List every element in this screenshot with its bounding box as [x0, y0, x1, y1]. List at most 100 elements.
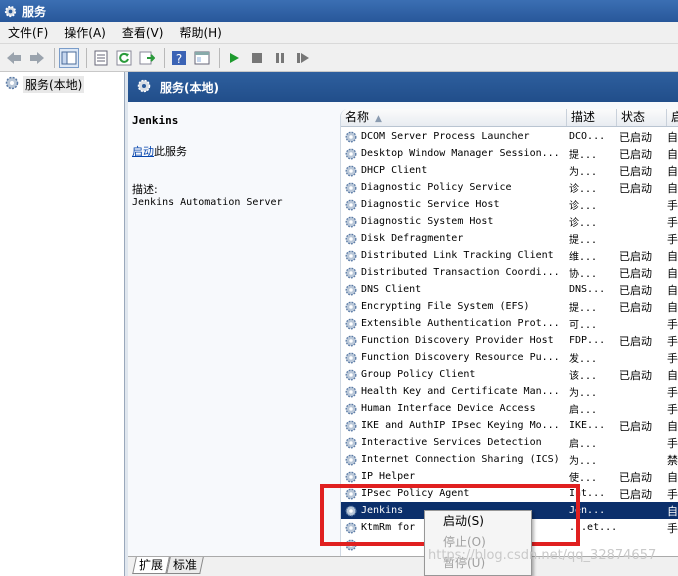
service-startup-cell: 手: [667, 402, 678, 416]
help-icon[interactable]: ?: [169, 48, 189, 68]
table-row[interactable]: Diagnostic System Host 诊... 手: [341, 213, 678, 230]
service-gear-icon: [344, 215, 358, 229]
show-tree-icon[interactable]: [59, 47, 79, 68]
service-gear-icon: [344, 436, 358, 450]
service-name-cell: Diagnostic Policy Service: [361, 182, 512, 193]
table-row[interactable]: Encrypting File System (EFS) 提... 已启动 自: [341, 298, 678, 315]
table-row[interactable]: Diagnostic Policy Service 诊... 已启动 自: [341, 179, 678, 196]
watermark: https://blog.csdn.net/qq_32874657: [428, 548, 657, 563]
table-row[interactable]: IKE and AuthIP IPsec Keying Mo... IKE... 已…: [341, 417, 678, 434]
properties-icon[interactable]: [91, 48, 111, 68]
stop-icon[interactable]: [247, 48, 267, 68]
service-status-cell: 已启动: [619, 419, 652, 433]
table-row[interactable]: Human Interface Device Access 启... 手: [341, 400, 678, 417]
tab-extended[interactable]: 扩展: [132, 557, 170, 574]
svg-text:?: ?: [176, 52, 182, 66]
service-gear-icon: [344, 351, 358, 365]
table-row[interactable]: Disk Defragmenter 提... 手: [341, 230, 678, 247]
service-gear-icon: [344, 300, 358, 314]
table-row[interactable]: Function Discovery Resource Pu... 发... 手: [341, 349, 678, 366]
start-service-link[interactable]: 启动: [132, 145, 154, 158]
service-description-cell: 发...: [569, 354, 598, 365]
service-name-cell: Interactive Services Detection: [361, 437, 542, 448]
column-description[interactable]: 描述: [567, 109, 617, 126]
service-name-cell: IP Helper: [361, 471, 416, 482]
column-status[interactable]: 状态: [617, 109, 667, 126]
service-description-cell: 启...: [569, 439, 598, 450]
service-name-cell: DCOM Server Process Launcher: [361, 131, 530, 142]
services-gear-icon: [4, 75, 20, 94]
service-name-cell: Encrypting File System (EFS): [361, 301, 530, 312]
pause-icon[interactable]: [270, 48, 290, 68]
service-startup-cell: 自: [667, 130, 678, 144]
service-startup-cell: 手: [667, 317, 678, 331]
service-startup-cell: 手: [667, 521, 678, 535]
service-description-cell: 协...: [569, 269, 598, 280]
table-row[interactable]: DCOM Server Process Launcher DCO... 已启动 自: [341, 128, 678, 145]
service-name-cell: Function Discovery Provider Host: [361, 335, 554, 346]
service-info: Jenkins 启动此服务 描述: Jenkins Automation Ser…: [132, 114, 328, 208]
table-row[interactable]: Function Discovery Provider Host FDP... 已启…: [341, 332, 678, 349]
service-name-cell: Disk Defragmenter: [361, 233, 464, 244]
service-name-cell: DNS Client: [361, 284, 422, 295]
table-row[interactable]: Diagnostic Service Host 诊... 手: [341, 196, 678, 213]
service-description-cell: DCO...: [569, 131, 606, 142]
table-row[interactable]: Group Policy Client 该... 已启动 自: [341, 366, 678, 383]
table-row[interactable]: DNS Client DNS... 已启动 自: [341, 281, 678, 298]
back-icon[interactable]: [4, 48, 24, 68]
menu-view[interactable]: 查看(V): [114, 22, 172, 44]
menu-action[interactable]: 操作(A): [56, 22, 114, 44]
table-row[interactable]: Internet Connection Sharing (ICS) 为... 禁: [341, 451, 678, 468]
service-startup-cell: 自: [667, 164, 678, 178]
service-startup-cell: 手: [667, 198, 678, 212]
refresh-icon[interactable]: [114, 48, 134, 68]
menu-help[interactable]: 帮助(H): [171, 22, 229, 44]
context-menu-start[interactable]: 启动(S): [425, 511, 531, 532]
service-name-cell: Distributed Link Tracking Client: [361, 250, 554, 261]
export-icon[interactable]: [137, 48, 157, 68]
toolbar: ?: [0, 44, 678, 72]
service-description-cell: 该...: [569, 371, 598, 382]
service-gear-icon: [344, 164, 358, 178]
service-status-cell: 已启动: [619, 368, 652, 382]
column-startup-type[interactable]: 启: [667, 109, 678, 126]
service-name-cell: IKE and AuthIP IPsec Keying Mo...: [361, 420, 560, 431]
service-startup-cell: 自: [667, 266, 678, 280]
tab-standard[interactable]: 标准: [166, 557, 204, 574]
service-name-cell: DHCP Client: [361, 165, 428, 176]
service-startup-cell: 自: [667, 368, 678, 382]
table-row[interactable]: Desktop Window Manager Session... 提... 已启动…: [341, 145, 678, 162]
panel-header: 服务(本地): [128, 72, 678, 102]
tree-item-services-local[interactable]: 服务(本地): [4, 75, 85, 94]
service-gear-icon: [344, 147, 358, 161]
service-status-cell: 已启动: [619, 147, 652, 161]
context-menu: 启动(S) 停止(O) 暂停(U): [424, 510, 532, 576]
forward-icon[interactable]: [27, 48, 47, 68]
table-row[interactable]: Interactive Services Detection 启... 手: [341, 434, 678, 451]
table-row[interactable]: Distributed Transaction Coordi... 协... 已启动…: [341, 264, 678, 281]
start-service-suffix: 此服务: [154, 145, 187, 158]
tree-item-label: 服务(本地): [23, 76, 85, 93]
console-icon[interactable]: [192, 48, 212, 68]
table-row[interactable]: DHCP Client 为... 已启动 自: [341, 162, 678, 179]
service-gear-icon: [344, 283, 358, 297]
service-startup-cell: 自: [667, 419, 678, 433]
service-status-cell: 已启动: [619, 130, 652, 144]
service-gear-icon: [344, 368, 358, 382]
sort-ascending-icon: ▲: [375, 114, 382, 124]
service-status-cell: 已启动: [619, 266, 652, 280]
service-startup-cell: 自: [667, 300, 678, 314]
column-name[interactable]: 名称 ▲: [341, 109, 567, 126]
table-row[interactable]: IP Helper 使... 已启动 自: [341, 468, 678, 485]
table-row[interactable]: Health Key and Certificate Man... 为... 手: [341, 383, 678, 400]
service-gear-icon: [344, 181, 358, 195]
service-description-cell: 启...: [569, 405, 598, 416]
service-startup-cell: 自: [667, 147, 678, 161]
title-bar: 服务: [0, 0, 678, 22]
table-row[interactable]: Extensible Authentication Prot... 可... 手: [341, 315, 678, 332]
start-icon[interactable]: [224, 48, 244, 68]
service-name-cell: Extensible Authentication Prot...: [361, 318, 560, 329]
menu-file[interactable]: 文件(F): [0, 22, 56, 44]
table-row[interactable]: Distributed Link Tracking Client 维... 已启动 自: [341, 247, 678, 264]
restart-icon[interactable]: [293, 48, 313, 68]
